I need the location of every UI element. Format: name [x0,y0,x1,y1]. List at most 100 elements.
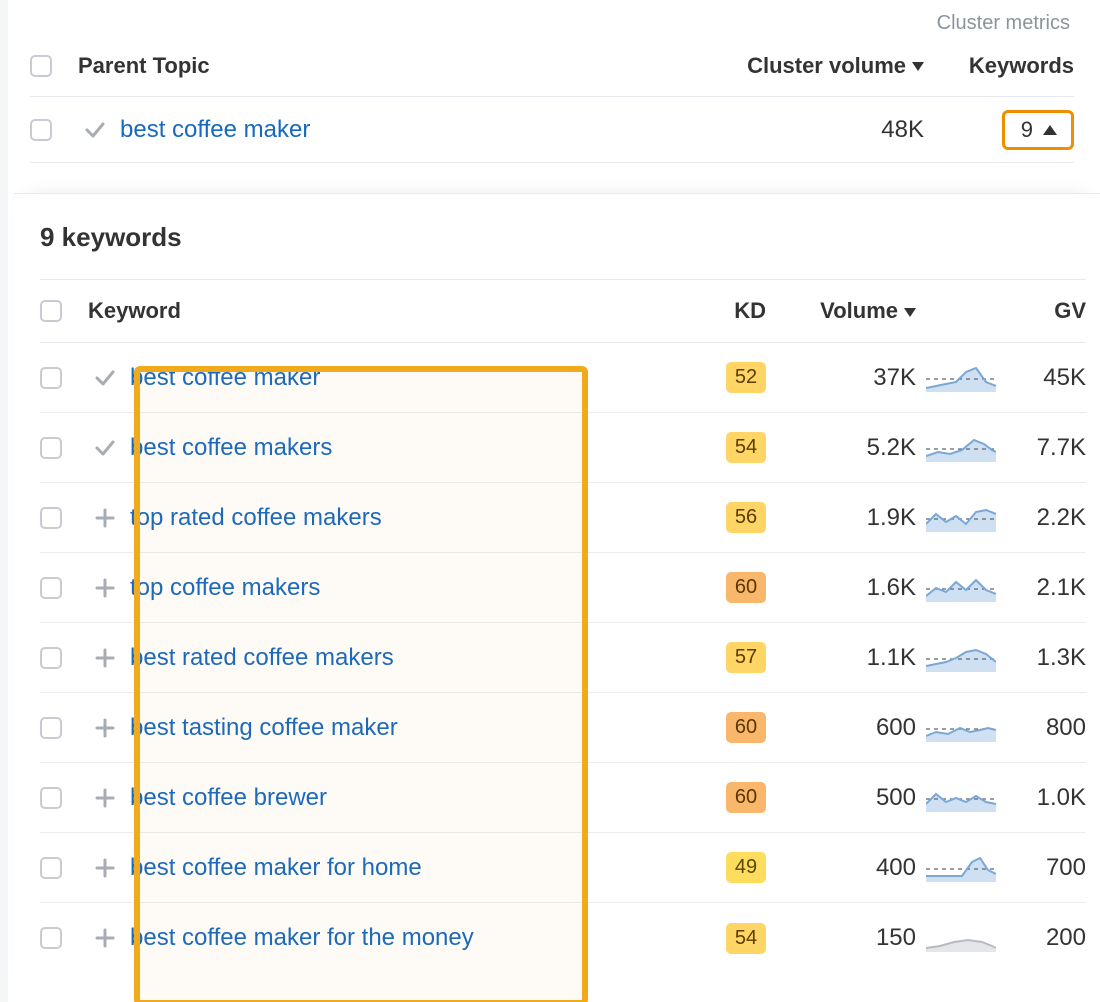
trend-sparkline [916,434,1006,462]
parent-topic-row: best coffee maker 48K 9 [30,97,1074,163]
keywords-header-row: Keyword KD Volume GV [40,279,1086,343]
trend-sparkline [916,714,1006,742]
row-select[interactable] [40,717,80,739]
volume-value: 1.1K [766,644,916,672]
keyword-link[interactable]: best coffee brewer [130,784,696,812]
trend-sparkline [916,574,1006,602]
check-icon [70,118,120,142]
parent-topic-section: Cluster metrics Parent Topic Cluster vol… [0,0,1100,163]
gv-value: 200 [1006,924,1086,952]
checkbox-icon [40,437,62,459]
cluster-metrics-label: Cluster metrics [30,8,1074,35]
keyword-link[interactable]: top coffee makers [130,574,696,602]
keywords-count-value: 9 [1021,117,1033,143]
table-row: best tasting coffee maker 60 600 800 [40,693,1086,763]
checkbox-icon [40,717,62,739]
sparkline-icon [926,504,996,532]
gv-value: 800 [1006,714,1086,742]
checkbox-icon [40,927,62,949]
kd-badge: 57 [726,642,766,673]
volume-value: 600 [766,714,916,742]
sort-desc-icon [912,62,924,71]
row-select[interactable] [40,647,80,669]
gv-value: 1.0K [1006,784,1086,812]
keyword-link[interactable]: best coffee maker [130,364,696,392]
trend-sparkline [916,364,1006,392]
keyword-link[interactable]: best rated coffee makers [130,644,696,672]
select-all-parent[interactable] [30,55,70,77]
row-select[interactable] [30,119,70,141]
checkbox-icon [40,577,62,599]
column-header-gv[interactable]: GV [1006,298,1086,324]
plus-icon[interactable] [80,646,130,670]
kd-badge: 56 [726,502,766,533]
plus-icon[interactable] [80,576,130,600]
page-root: Cluster metrics Parent Topic Cluster vol… [0,0,1100,1002]
row-select[interactable] [40,437,80,459]
sparkline-icon [926,574,996,602]
keyword-link[interactable]: best coffee makers [130,434,696,462]
plus-icon[interactable] [80,926,130,950]
caret-up-icon [1043,125,1057,135]
plus-icon[interactable] [80,786,130,810]
row-select[interactable] [40,577,80,599]
gv-value: 1.3K [1006,644,1086,672]
plus-icon[interactable] [80,506,130,530]
check-icon[interactable] [80,436,130,460]
trend-sparkline [916,644,1006,672]
gv-value: 2.2K [1006,504,1086,532]
keyword-link[interactable]: best coffee maker for the money [130,924,696,952]
check-icon[interactable] [80,366,130,390]
checkbox-icon [40,787,62,809]
sparkline-icon [926,434,996,462]
column-header-parent-topic[interactable]: Parent Topic [78,53,704,79]
table-row: best coffee brewer 60 500 1.0K [40,763,1086,833]
checkbox-icon [40,367,62,389]
volume-value: 1.9K [766,504,916,532]
kd-badge: 52 [726,362,766,393]
plus-icon[interactable] [80,716,130,740]
sparkline-icon [926,854,996,882]
keywords-expanded-panel: 9 keywords Keyword KD Volume GV best cof… [14,193,1100,1002]
parent-topic-header-row: Parent Topic Cluster volume Keywords [30,35,1074,97]
row-select[interactable] [40,927,80,949]
column-header-kd[interactable]: KD [696,298,766,324]
checkbox-icon [40,647,62,669]
gv-value: 2.1K [1006,574,1086,602]
row-select[interactable] [40,857,80,879]
gv-value: 45K [1006,364,1086,392]
checkbox-icon [40,857,62,879]
keyword-link[interactable]: best tasting coffee maker [130,714,696,742]
sparkline-icon [926,364,996,392]
checkbox-icon [30,119,52,141]
table-row: best coffee maker for the money 54 150 2… [40,903,1086,973]
sparkline-icon [926,644,996,672]
row-select[interactable] [40,507,80,529]
row-select[interactable] [40,787,80,809]
plus-icon[interactable] [80,856,130,880]
table-row: best rated coffee makers 57 1.1K 1.3K [40,623,1086,693]
select-all-keywords[interactable] [40,300,80,322]
trend-sparkline [916,784,1006,812]
column-header-volume[interactable]: Volume [766,298,916,324]
keyword-link[interactable]: top rated coffee makers [130,504,696,532]
sort-desc-icon [904,308,916,317]
table-row: top rated coffee makers 56 1.9K 2.2K [40,483,1086,553]
row-select[interactable] [40,367,80,389]
kd-badge: 54 [726,923,766,954]
volume-value: 400 [766,854,916,882]
keywords-count-toggle[interactable]: 9 [1002,110,1074,150]
parent-topic-link[interactable]: best coffee maker [120,116,704,144]
kd-badge: 60 [726,572,766,603]
column-header-keywords[interactable]: Keywords [924,53,1074,79]
keyword-link[interactable]: best coffee maker for home [130,854,696,882]
kd-badge: 60 [726,782,766,813]
column-header-keyword[interactable]: Keyword [88,298,696,324]
checkbox-icon [40,300,62,322]
column-header-cluster-volume[interactable]: Cluster volume [704,53,924,79]
column-header-volume-label: Volume [820,298,898,324]
checkbox-icon [30,55,52,77]
expanded-panel-title: 9 keywords [40,194,1086,279]
kd-badge: 54 [726,432,766,463]
table-row: best coffee maker for home 49 400 700 [40,833,1086,903]
